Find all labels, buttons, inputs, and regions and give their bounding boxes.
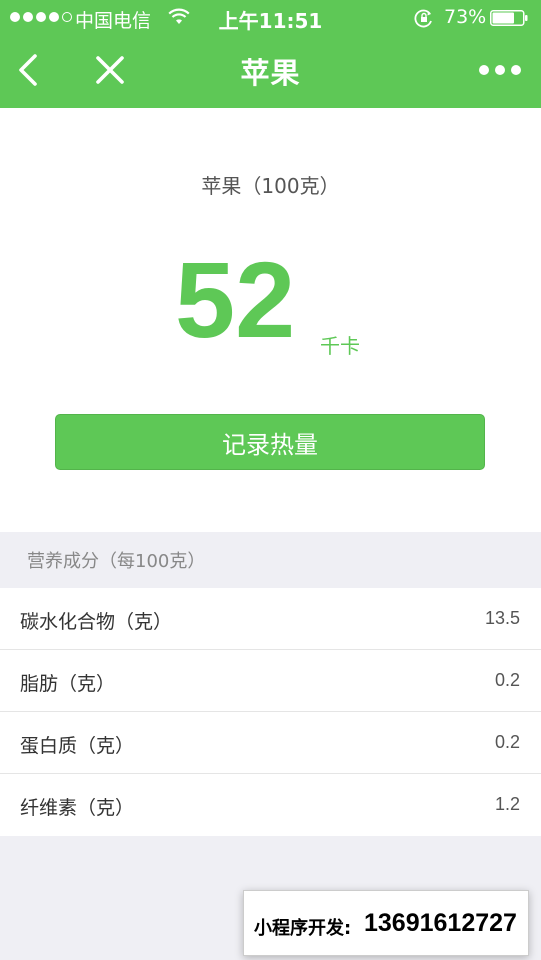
battery-icon	[490, 10, 528, 26]
nutrition-row-carbohydrate: 碳水化合物（克） 13.5	[0, 588, 541, 650]
calorie-card: 苹果（100克） 52 千卡 记录热量	[0, 108, 541, 532]
nutrition-list: 碳水化合物（克） 13.5 脂肪（克） 0.2 蛋白质（克） 0.2 纤维素（克…	[0, 588, 541, 836]
nutrition-label: 蛋白质（克）	[20, 735, 135, 757]
nutrition-row-protein: 蛋白质（克） 0.2	[0, 712, 541, 774]
more-dots-icon[interactable]	[478, 62, 522, 78]
nutrition-section-header: 营养成分（每100克）	[0, 532, 541, 588]
rotation-lock-icon	[414, 9, 432, 28]
promo-banner: 小程序开发: 13691612727	[243, 890, 529, 956]
nutrition-value: 1.2	[494, 794, 520, 814]
battery-percent: 73%	[444, 6, 487, 28]
promo-label: 小程序开发:	[254, 918, 352, 939]
nutrition-value: 0.2	[494, 732, 520, 752]
page-title: 苹果	[240, 56, 301, 90]
status-bar: 中国电信 上午11:51 73%	[0, 0, 541, 36]
nutrition-value: 13.5	[484, 608, 520, 628]
nutrition-label: 碳水化合物（克）	[20, 611, 173, 633]
promo-phone-number: 13691612727	[364, 909, 517, 937]
nutrition-label: 纤维素（克）	[20, 797, 135, 819]
nutrition-row-fat: 脂肪（克） 0.2	[0, 650, 541, 712]
calorie-value: 52	[175, 239, 296, 360]
record-calories-button[interactable]: 记录热量	[55, 414, 485, 470]
nutrition-label: 脂肪（克）	[20, 673, 116, 695]
food-name: 苹果（100克）	[201, 174, 340, 198]
header-bar: 中国电信 上午11:51 73% 苹果	[0, 0, 541, 108]
nutrition-section-title: 营养成分（每100克）	[27, 551, 206, 572]
nutrition-row-fiber: 纤维素（克） 1.2	[0, 774, 541, 836]
calorie-unit: 千卡	[320, 334, 360, 358]
nutrition-value: 0.2	[494, 670, 520, 690]
